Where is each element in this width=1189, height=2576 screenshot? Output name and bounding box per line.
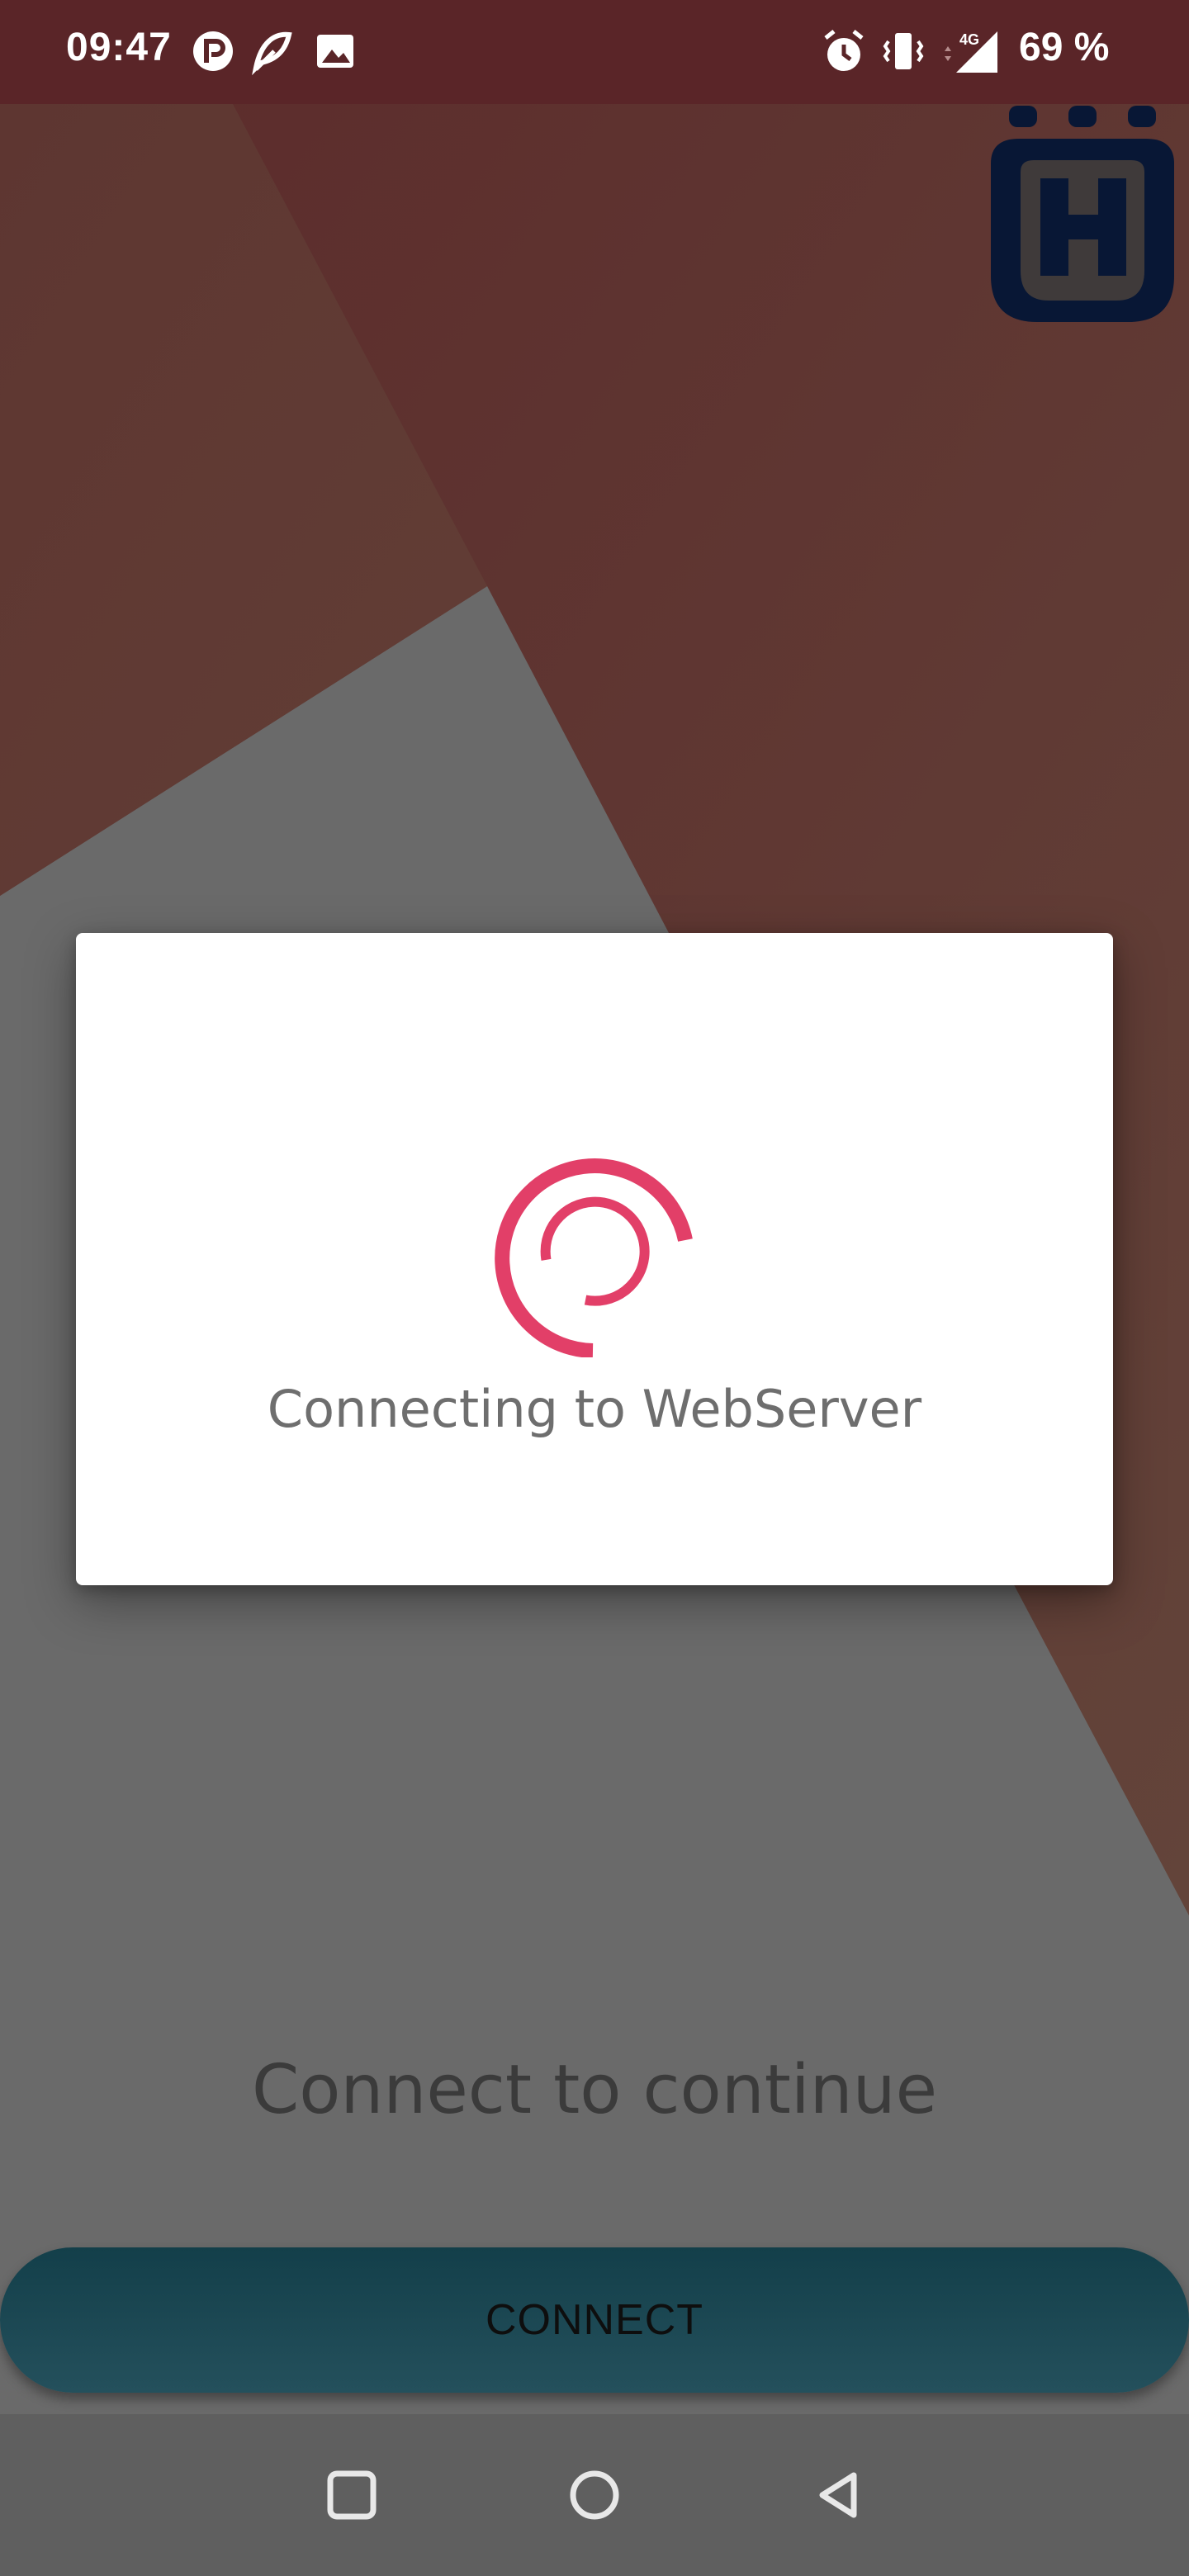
loading-spinner-icon [494, 1158, 694, 1358]
alarm-icon [821, 26, 867, 76]
home-button[interactable] [561, 2462, 628, 2528]
connect-button-label: CONNECT [485, 2296, 704, 2344]
status-time: 09:47 [66, 26, 172, 69]
navigation-bar [0, 2414, 1189, 2576]
square-icon [327, 2470, 377, 2520]
back-button[interactable] [806, 2462, 872, 2528]
battery-percent: 69 % [1019, 26, 1110, 69]
brand-logo [988, 106, 1177, 325]
loading-dialog: Connecting to WebServer [76, 933, 1113, 1585]
gallery-icon [312, 26, 358, 76]
r-app-icon [190, 26, 236, 76]
feather-app-icon [249, 26, 296, 76]
status-bar: 09:47 4G 69 % [0, 0, 1189, 104]
circle-icon [570, 2470, 619, 2520]
network-type-label: 4G [959, 31, 979, 48]
vibrate-icon [880, 26, 926, 76]
recents-button[interactable] [319, 2462, 385, 2528]
connect-prompt: Connect to continue [251, 2051, 938, 2129]
connect-button[interactable]: CONNECT [0, 2247, 1189, 2393]
signal-icon: 4G [936, 26, 1002, 76]
back-triangle-icon [819, 2472, 857, 2518]
dialog-message: Connecting to WebServer [267, 1379, 922, 1439]
